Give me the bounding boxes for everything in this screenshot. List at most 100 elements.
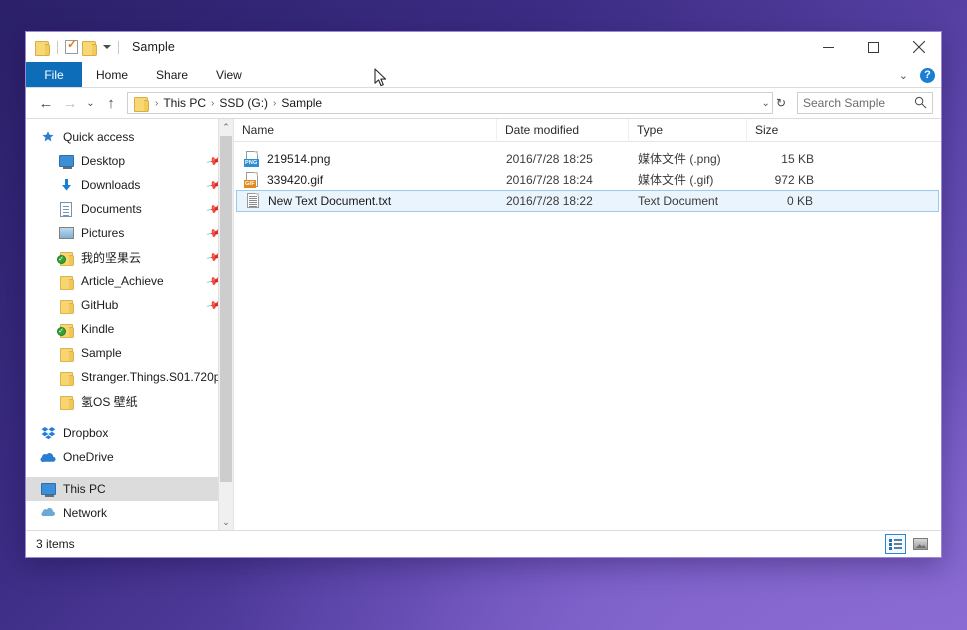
- file-date-cell: 2016/7/28 18:24: [498, 169, 630, 190]
- close-button[interactable]: [896, 32, 941, 62]
- ribbon-expand-chevron-down-icon[interactable]: ⌄: [895, 69, 912, 82]
- details-view-icon: [889, 539, 903, 550]
- sidebar-item-label: OneDrive: [63, 450, 114, 464]
- sidebar-item-this-pc[interactable]: This PC: [26, 477, 233, 501]
- status-bar: 3 items: [26, 530, 941, 557]
- search-icon[interactable]: [914, 96, 927, 109]
- sidebar-item-nutstore[interactable]: ✓ 我的坚果云 📌: [26, 245, 233, 269]
- monitor-icon: [58, 153, 74, 169]
- column-header-name[interactable]: Name ⌃: [234, 119, 496, 142]
- sidebar-item-network[interactable]: Network: [26, 501, 233, 525]
- breadcrumb-separator-1: ›: [209, 98, 216, 109]
- forward-button[interactable]: →: [58, 91, 82, 115]
- file-date-cell: 2016/7/28 18:25: [498, 148, 630, 169]
- sidebar-scrollbar-thumb[interactable]: [220, 136, 232, 482]
- folder-properties-icon[interactable]: [35, 41, 50, 54]
- file-type-cell: 媒体文件 (.png): [630, 148, 748, 169]
- sidebar-item-label: 我的坚果云: [81, 249, 141, 266]
- column-header-type[interactable]: Type: [628, 119, 746, 142]
- sidebar-item-quick-access[interactable]: Quick access: [26, 125, 233, 149]
- sidebar-item-label: Network: [63, 506, 107, 520]
- sidebar-item-downloads[interactable]: Downloads 📌: [26, 173, 233, 197]
- sidebar-item-label: Downloads: [81, 178, 140, 192]
- column-header-date-modified[interactable]: Date modified: [496, 119, 628, 142]
- breadcrumb-item-sample[interactable]: Sample: [278, 96, 325, 110]
- network-icon: [40, 505, 56, 521]
- properties-icon[interactable]: [65, 40, 78, 54]
- up-button[interactable]: ↑: [99, 91, 123, 115]
- file-size-cell: 0 KB: [748, 191, 827, 211]
- new-folder-icon[interactable]: [82, 41, 97, 54]
- folder-icon: [58, 297, 74, 313]
- breadcrumb-separator-2: ›: [271, 98, 278, 109]
- sidebar-item-kindle[interactable]: ✓ Kindle: [26, 317, 233, 341]
- qat-chevron-down-icon[interactable]: [103, 45, 111, 49]
- breadcrumb-item-this-pc[interactable]: This PC: [160, 96, 209, 110]
- sidebar-item-pictures[interactable]: Pictures 📌: [26, 221, 233, 245]
- sidebar-item-documents[interactable]: Documents 📌: [26, 197, 233, 221]
- help-icon[interactable]: ?: [920, 68, 935, 83]
- quick-access-toolbar: [26, 40, 122, 54]
- file-name: New Text Document.txt: [268, 194, 391, 208]
- sidebar-item-desktop[interactable]: Desktop 📌: [26, 149, 233, 173]
- sidebar-item-hydrogen-os-wallpaper[interactable]: 氢OS 壁纸: [26, 389, 233, 413]
- tab-home[interactable]: Home: [82, 62, 142, 87]
- sidebar-item-sample[interactable]: Sample: [26, 341, 233, 365]
- refresh-button[interactable]: ↻: [773, 96, 789, 110]
- minimize-button[interactable]: [806, 32, 851, 62]
- tab-file[interactable]: File: [26, 62, 82, 87]
- sidebar-item-github[interactable]: GitHub 📌: [26, 293, 233, 317]
- file-name: 339420.gif: [267, 173, 323, 187]
- folder-icon: [58, 369, 74, 385]
- breadcrumb[interactable]: › This PC › SSD (G:) › Sample ⌄: [127, 92, 773, 114]
- column-header-label: Type: [637, 123, 663, 137]
- address-bar: ← → ⌄ ↑ › This PC › SSD (G:) › Sample ⌄ …: [26, 88, 941, 118]
- sidebar-scrollbar[interactable]: ⌃ ⌄: [218, 119, 233, 530]
- table-row[interactable]: New Text Document.txt 2016/7/28 18:22 Te…: [236, 190, 939, 212]
- this-pc-icon: [40, 481, 56, 497]
- search-placeholder: Search Sample: [803, 96, 885, 110]
- table-row[interactable]: PNG 219514.png 2016/7/28 18:25 媒体文件 (.pn…: [236, 148, 939, 169]
- file-explorer-window: Sample File Home Share View ⌄ ? ← → ⌄ ↑: [25, 31, 942, 558]
- maximize-button[interactable]: [851, 32, 896, 62]
- file-size-cell: 972 KB: [748, 169, 828, 190]
- explorer-content: Quick access Desktop 📌 Downloads 📌: [26, 118, 941, 530]
- scroll-down-arrow-icon[interactable]: ⌄: [219, 514, 233, 530]
- file-date-cell: 2016/7/28 18:22: [498, 191, 630, 211]
- window-controls: [806, 32, 941, 62]
- tab-view[interactable]: View: [202, 62, 256, 87]
- file-name-cell: New Text Document.txt: [237, 191, 498, 211]
- sidebar-item-stranger-things[interactable]: Stranger.Things.S01.720p.N: [26, 365, 233, 389]
- table-row[interactable]: GIF 339420.gif 2016/7/28 18:24 媒体文件 (.gi…: [236, 169, 939, 190]
- sidebar-item-dropbox[interactable]: Dropbox: [26, 421, 233, 445]
- window-title: Sample: [132, 40, 175, 54]
- back-button[interactable]: ←: [34, 91, 58, 115]
- folder-icon: [58, 393, 74, 409]
- breadcrumb-separator-0: ›: [153, 98, 160, 109]
- sidebar-item-label: Pictures: [81, 226, 124, 240]
- details-view-button[interactable]: [885, 534, 906, 554]
- sidebar-list: Quick access Desktop 📌 Downloads 📌: [26, 119, 233, 525]
- search-input[interactable]: Search Sample: [797, 92, 933, 114]
- sidebar-item-label: This PC: [63, 482, 106, 496]
- recent-locations-chevron-down-icon[interactable]: ⌄: [82, 91, 99, 115]
- large-icons-view-button[interactable]: [910, 534, 931, 554]
- column-header-size[interactable]: Size: [746, 119, 826, 142]
- sidebar-item-onedrive[interactable]: OneDrive: [26, 445, 233, 469]
- tab-share[interactable]: Share: [142, 62, 202, 87]
- sidebar-gap-1: [26, 413, 233, 421]
- scroll-up-arrow-icon[interactable]: ⌃: [219, 119, 233, 135]
- breadcrumb-item-ssd-g[interactable]: SSD (G:): [216, 96, 271, 110]
- file-rows: PNG 219514.png 2016/7/28 18:25 媒体文件 (.pn…: [234, 142, 941, 212]
- address-dropdown-chevron-down-icon[interactable]: ⌄: [762, 98, 770, 109]
- file-type-cell: 媒体文件 (.gif): [630, 169, 748, 190]
- sidebar-item-label: Quick access: [63, 130, 134, 144]
- star-icon: [40, 129, 56, 145]
- sidebar-item-label: Sample: [81, 346, 122, 360]
- qat-separator-2: [118, 41, 119, 54]
- file-name-cell: GIF 339420.gif: [236, 169, 498, 190]
- document-icon: [58, 201, 74, 217]
- sidebar-item-article-achieve[interactable]: Article_Achieve 📌: [26, 269, 233, 293]
- sidebar-item-label: Article_Achieve: [81, 274, 164, 288]
- sidebar-item-label: Documents: [81, 202, 142, 216]
